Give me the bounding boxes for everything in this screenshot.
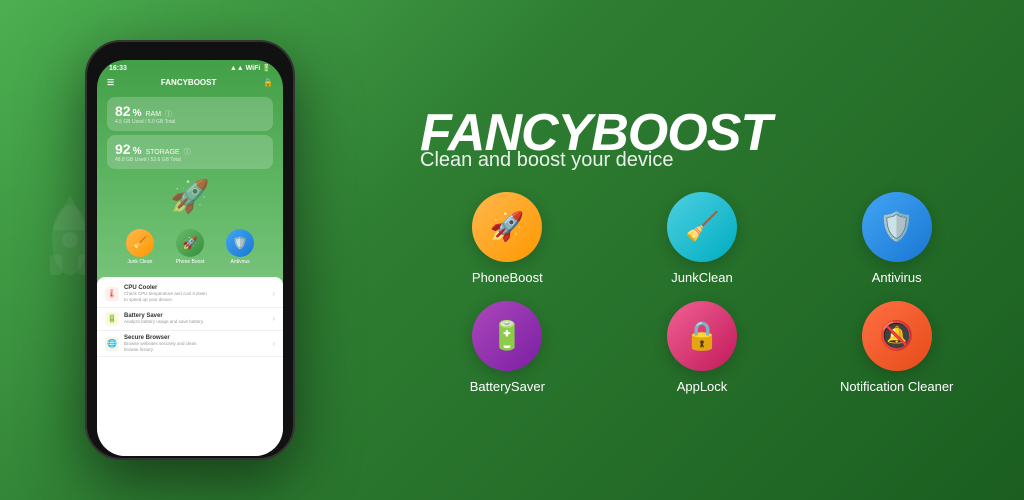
ram-used-text: 4.5 GB Used / 5.0 GB Total bbox=[115, 119, 265, 125]
battery-saver-desc: Analyze battery usage and save battery. bbox=[124, 319, 267, 325]
cpu-cooler-icon: 🌡 bbox=[105, 287, 119, 301]
ram-percent-sign: % bbox=[133, 108, 142, 119]
phone-boost-feature-label: PhoneBoost bbox=[472, 270, 543, 285]
battery-saver-arrow: › bbox=[272, 314, 275, 323]
phone-notch bbox=[160, 52, 220, 60]
feature-junk-clean: 🧹 JunkClean bbox=[615, 192, 790, 285]
phone-boost-label: Phone Boost bbox=[176, 259, 205, 265]
features-grid: 🚀 PhoneBoost 🧹 JunkClean 🛡️ Antivirus 🔋 … bbox=[420, 192, 984, 394]
lock-icon: 🔒 bbox=[263, 78, 273, 87]
cpu-cooler-text: CPU Cooler Check CPU temperature and coo… bbox=[124, 285, 267, 303]
phone-screen: 16:33 ▲▲ WiFi 🔋 ☰ FANCYBOOST 🔒 82 % RAM … bbox=[97, 60, 283, 456]
phone-stats-section: 82 % RAM ⓘ 4.5 GB Used / 5.0 GB Total 92… bbox=[97, 91, 283, 277]
phone-app-header: ☰ FANCYBOOST 🔒 bbox=[97, 76, 283, 91]
phone-mockup-section: 16:33 ▲▲ WiFi 🔋 ☰ FANCYBOOST 🔒 82 % RAM … bbox=[0, 0, 380, 500]
cpu-cooler-list-item[interactable]: 🌡 CPU Cooler Check CPU temperature and c… bbox=[97, 281, 283, 308]
storage-info-icon: ⓘ bbox=[184, 147, 191, 157]
phone-frame: 16:33 ▲▲ WiFi 🔋 ☰ FANCYBOOST 🔒 82 % RAM … bbox=[85, 40, 295, 460]
secure-browser-icon: 🌐 bbox=[105, 337, 119, 351]
phone-rocket-graphic: 🚀 bbox=[107, 177, 273, 215]
storage-label: STORAGE bbox=[145, 149, 179, 156]
phone-app-name: FANCYBOOST bbox=[161, 78, 217, 87]
feature-notification-cleaner: 🔕 Notification Cleaner bbox=[809, 301, 984, 394]
battery-saver-icon: 🔋 bbox=[105, 312, 119, 326]
phone-features-list: 🌡 CPU Cooler Check CPU temperature and c… bbox=[97, 277, 283, 456]
antivirus-feature-label: Antivirus bbox=[872, 270, 922, 285]
battery-saver-text: Battery Saver Analyze battery usage and … bbox=[124, 313, 267, 325]
brand-header: FANCYBOOST Clean and boost your device bbox=[420, 107, 984, 172]
ram-percent-value: 82 bbox=[115, 103, 131, 119]
phone-boost-action[interactable]: 🚀 Phone Boost bbox=[176, 229, 205, 265]
notification-cleaner-feature-icon: 🔕 bbox=[862, 301, 932, 371]
app-lock-feature-icon: 🔒 bbox=[667, 301, 737, 371]
junk-clean-feature-label: JunkClean bbox=[671, 270, 732, 285]
antivirus-icon: 🛡️ bbox=[226, 229, 254, 257]
feature-app-lock: 🔒 AppLock bbox=[615, 301, 790, 394]
cpu-cooler-arrow: › bbox=[272, 289, 275, 298]
junk-clean-label: Junk Clean bbox=[127, 259, 152, 265]
feature-antivirus: 🛡️ Antivirus bbox=[809, 192, 984, 285]
battery-saver-feature-label: BatterySaver bbox=[470, 379, 545, 394]
feature-phone-boost: 🚀 PhoneBoost bbox=[420, 192, 595, 285]
storage-stat: 92 % STORAGE ⓘ 48.8 GB Used / 52.6 GB To… bbox=[107, 135, 273, 169]
phone-boost-feature-icon: 🚀 bbox=[472, 192, 542, 262]
secure-browser-list-item[interactable]: 🌐 Secure Browser Browse websites securel… bbox=[97, 331, 283, 358]
storage-percent-value: 92 bbox=[115, 141, 131, 157]
feature-battery-saver: 🔋 BatterySaver bbox=[420, 301, 595, 394]
phone-signal-icons: ▲▲ WiFi 🔋 bbox=[230, 64, 271, 72]
junk-clean-icon: 🧹 bbox=[126, 229, 154, 257]
storage-percent-sign: % bbox=[133, 146, 142, 157]
app-lock-feature-label: AppLock bbox=[677, 379, 728, 394]
cpu-cooler-desc: Check CPU temperature and cool it downto… bbox=[124, 291, 267, 303]
battery-saver-list-item[interactable]: 🔋 Battery Saver Analyze battery usage an… bbox=[97, 308, 283, 331]
ram-info-icon: ⓘ bbox=[165, 109, 172, 119]
phone-time: 16:33 bbox=[109, 65, 127, 72]
antivirus-label: Antivirus bbox=[231, 259, 250, 265]
phone-boost-icon: 🚀 bbox=[176, 229, 204, 257]
secure-browser-arrow: › bbox=[272, 339, 275, 348]
notification-cleaner-feature-label: Notification Cleaner bbox=[840, 379, 953, 394]
antivirus-action[interactable]: 🛡️ Antivirus bbox=[226, 229, 254, 265]
secure-browser-text: Secure Browser Browse websites securely … bbox=[124, 335, 267, 353]
secure-browser-desc: Browse websites securely and cleanbrowse… bbox=[124, 341, 267, 353]
junk-clean-action[interactable]: 🧹 Junk Clean bbox=[126, 229, 154, 265]
antivirus-feature-icon: 🛡️ bbox=[862, 192, 932, 262]
hamburger-menu-icon: ☰ bbox=[107, 78, 114, 87]
phone-status-bar: 16:33 ▲▲ WiFi 🔋 bbox=[97, 60, 283, 76]
ram-stat: 82 % RAM ⓘ 4.5 GB Used / 5.0 GB Total bbox=[107, 97, 273, 131]
ram-label: RAM bbox=[145, 111, 161, 118]
right-content-section: FANCYBOOST Clean and boost your device 🚀… bbox=[380, 77, 1024, 424]
phone-action-buttons: 🧹 Junk Clean 🚀 Phone Boost 🛡️ Antivirus bbox=[107, 223, 273, 271]
storage-used-text: 48.8 GB Used / 52.6 GB Total bbox=[115, 157, 265, 163]
junk-clean-feature-icon: 🧹 bbox=[667, 192, 737, 262]
battery-saver-feature-icon: 🔋 bbox=[472, 301, 542, 371]
